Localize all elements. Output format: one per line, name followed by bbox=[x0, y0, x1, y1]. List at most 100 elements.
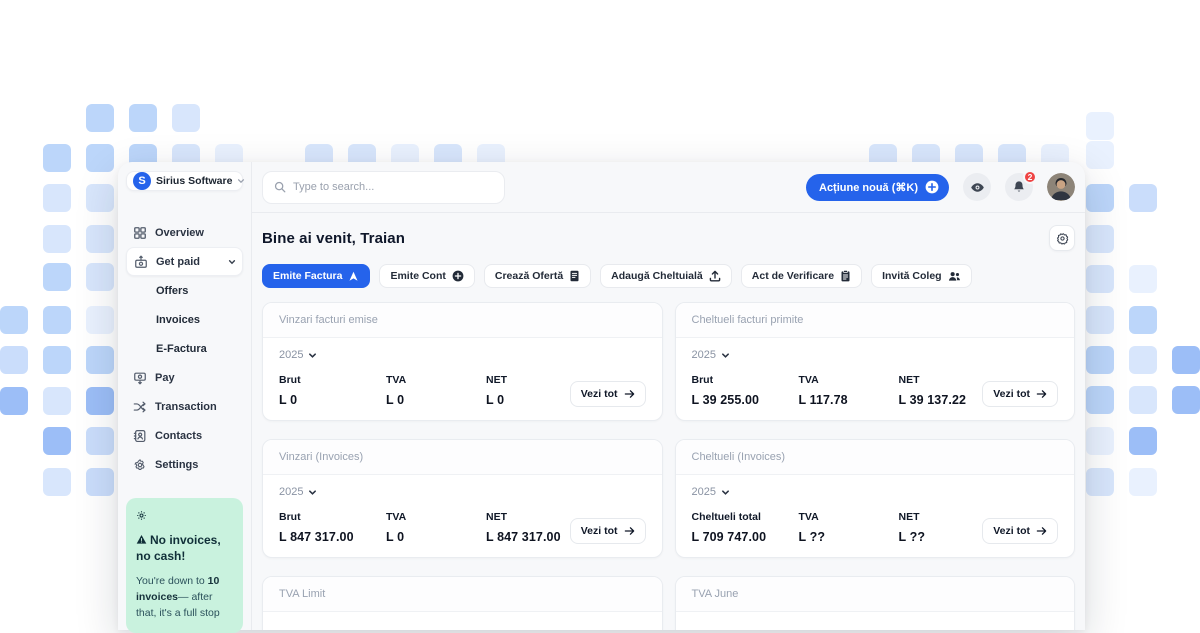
creaza-oferta-button[interactable]: Crează Ofertă bbox=[484, 264, 591, 288]
search-icon bbox=[274, 181, 286, 193]
sidebar-item-get-paid[interactable]: Get paid bbox=[126, 247, 243, 276]
sidebar-item-label: Overview bbox=[155, 227, 204, 239]
eye-icon bbox=[970, 180, 985, 195]
sidebar-item-e-factura[interactable]: E-Factura bbox=[126, 334, 243, 363]
stat-value: L 847 317.00 bbox=[279, 530, 386, 544]
sidebar-item-invoices[interactable]: Invoices bbox=[126, 305, 243, 334]
bg-square bbox=[1129, 468, 1157, 496]
stat-label: NET bbox=[899, 374, 983, 386]
bell-icon bbox=[1012, 180, 1026, 194]
adauga-cheltuiala-button[interactable]: Adaugă Cheltuială bbox=[600, 264, 732, 288]
see-all-button[interactable]: Vezi tot bbox=[982, 518, 1058, 544]
stat-label: TVA bbox=[799, 511, 899, 523]
stat-value: L 117.78 bbox=[799, 393, 899, 407]
money-receive-icon bbox=[133, 254, 148, 269]
warning-icon bbox=[136, 534, 147, 545]
bg-square bbox=[1129, 184, 1157, 212]
card-title: Vinzari (Invoices) bbox=[263, 440, 662, 475]
card-title: Cheltueli facturi primite bbox=[676, 303, 1075, 338]
stat-value: L 0 bbox=[486, 393, 570, 407]
card-vinzari-facturi-emise: Vinzari facturi emise 2025 BrutL 0 TVAL … bbox=[262, 302, 663, 421]
notification-badge: 2 bbox=[1023, 170, 1037, 184]
emite-factura-button[interactable]: Emite Factura bbox=[262, 264, 370, 288]
workspace-name: Sirius Software bbox=[156, 175, 232, 187]
year-select[interactable]: 2025 bbox=[279, 486, 317, 498]
gear-icon bbox=[1056, 232, 1069, 245]
chevron-down-icon bbox=[721, 351, 730, 360]
act-de-verificare-button[interactable]: Act de Verificare bbox=[741, 264, 862, 288]
sidebar-item-label: Contacts bbox=[155, 430, 202, 442]
card-title: TVA Limit bbox=[263, 577, 662, 612]
sidebar-item-label: Pay bbox=[155, 372, 175, 384]
year-select[interactable]: 2025 bbox=[279, 349, 317, 361]
bg-square bbox=[43, 306, 71, 334]
bg-square bbox=[0, 387, 28, 415]
bg-square bbox=[43, 468, 71, 496]
year-select[interactable]: 2025 bbox=[692, 349, 730, 361]
bg-square bbox=[86, 184, 114, 212]
bg-square bbox=[86, 104, 114, 132]
see-all-button[interactable]: Vezi tot bbox=[570, 381, 646, 407]
bg-square bbox=[43, 144, 71, 172]
stat-label: Cheltueli total bbox=[692, 511, 799, 523]
sidebar-item-label: Get paid bbox=[156, 256, 200, 268]
year-select[interactable]: 2025 bbox=[692, 486, 730, 498]
sidebar-item-transaction[interactable]: Transaction bbox=[126, 392, 243, 421]
money-send-icon bbox=[132, 370, 147, 385]
card-cheltueli-facturi-primite: Cheltueli facturi primite 2025 BrutL 39 … bbox=[675, 302, 1076, 421]
bg-square bbox=[1086, 225, 1114, 253]
stat-label: NET bbox=[486, 374, 570, 386]
emite-cont-button[interactable]: Emite Cont bbox=[379, 264, 474, 288]
bg-square bbox=[86, 263, 114, 291]
stat-value: L 847 317.00 bbox=[486, 530, 570, 544]
stat-value: L ?? bbox=[799, 530, 899, 544]
document-icon bbox=[569, 270, 580, 282]
send-icon bbox=[348, 271, 359, 282]
search-box[interactable] bbox=[262, 171, 505, 204]
sidebar-item-settings[interactable]: Settings bbox=[126, 450, 243, 479]
card-vinzari-invoices: Vinzari (Invoices) 2025 BrutL 847 317.00… bbox=[262, 439, 663, 558]
bg-square bbox=[1086, 346, 1114, 374]
sidebar-item-label: E-Factura bbox=[156, 343, 207, 355]
stat-label: NET bbox=[486, 511, 570, 523]
sidebar-nav: Overview Get paid Offers Invoices E-Fact… bbox=[126, 218, 243, 479]
workspace-switcher[interactable]: S Sirius Software bbox=[126, 171, 243, 191]
workspace-logo-icon: S bbox=[133, 172, 151, 190]
see-all-button[interactable]: Vezi tot bbox=[570, 518, 646, 544]
sidebar-item-contacts[interactable]: Contacts bbox=[126, 421, 243, 450]
bg-square bbox=[1086, 427, 1114, 455]
search-input[interactable] bbox=[293, 181, 493, 193]
invita-coleg-button[interactable]: Invită Coleg bbox=[871, 264, 972, 288]
sidebar-item-label: Offers bbox=[156, 285, 188, 297]
card-title: Cheltueli (Invoices) bbox=[676, 440, 1075, 475]
new-action-button[interactable]: Acțiune nouă (⌘K) bbox=[806, 174, 949, 201]
bg-square bbox=[86, 387, 114, 415]
visibility-button[interactable] bbox=[963, 173, 991, 201]
sidebar-item-pay[interactable]: Pay bbox=[126, 363, 243, 392]
card-tva-limit: TVA Limit Anul curent Pana limit bbox=[262, 576, 663, 630]
sidebar-item-label: Settings bbox=[155, 459, 198, 471]
bg-square bbox=[129, 104, 157, 132]
sidebar-item-label: Transaction bbox=[155, 401, 217, 413]
see-all-button[interactable]: Vezi tot bbox=[982, 381, 1058, 407]
dashboard-settings-button[interactable] bbox=[1049, 225, 1075, 251]
chevron-down-icon bbox=[237, 177, 245, 185]
bg-square bbox=[1086, 265, 1114, 293]
cards-grid: Vinzari facturi emise 2025 BrutL 0 TVAL … bbox=[262, 302, 1075, 630]
sidebar-item-overview[interactable]: Overview bbox=[126, 218, 243, 247]
notifications-button[interactable]: 2 bbox=[1005, 173, 1033, 201]
bg-square bbox=[86, 427, 114, 455]
card-title: TVA June bbox=[676, 577, 1075, 612]
gear-icon bbox=[136, 508, 233, 526]
main-area: Acțiune nouă (⌘K) 2 bbox=[252, 162, 1085, 630]
clipboard-icon bbox=[840, 270, 851, 282]
stat-value: L 0 bbox=[386, 530, 486, 544]
bg-square bbox=[86, 225, 114, 253]
alert-title: No invoices, no cash! bbox=[136, 533, 233, 564]
stat-value: L 0 bbox=[386, 393, 486, 407]
stat-label: TVA bbox=[386, 511, 486, 523]
stat-value: L 39 255.00 bbox=[692, 393, 799, 407]
grid-icon bbox=[132, 225, 147, 240]
sidebar-item-offers[interactable]: Offers bbox=[126, 276, 243, 305]
user-avatar[interactable] bbox=[1047, 173, 1075, 201]
